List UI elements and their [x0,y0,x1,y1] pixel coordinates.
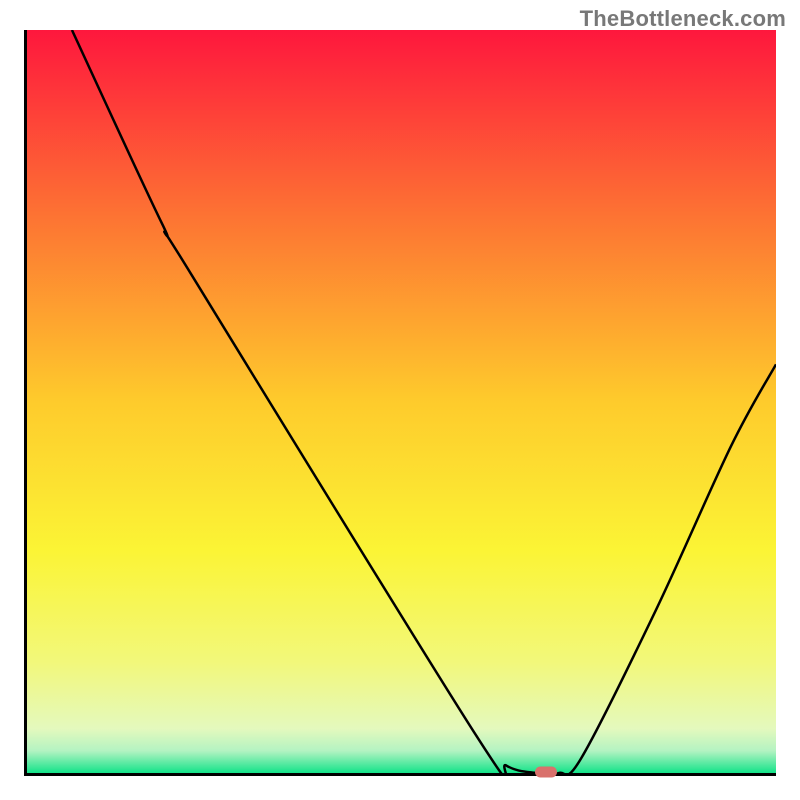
watermark-text: TheBottleneck.com [580,6,786,32]
optimum-marker [535,767,557,778]
curve-line [27,30,776,773]
plot-frame [24,30,776,776]
